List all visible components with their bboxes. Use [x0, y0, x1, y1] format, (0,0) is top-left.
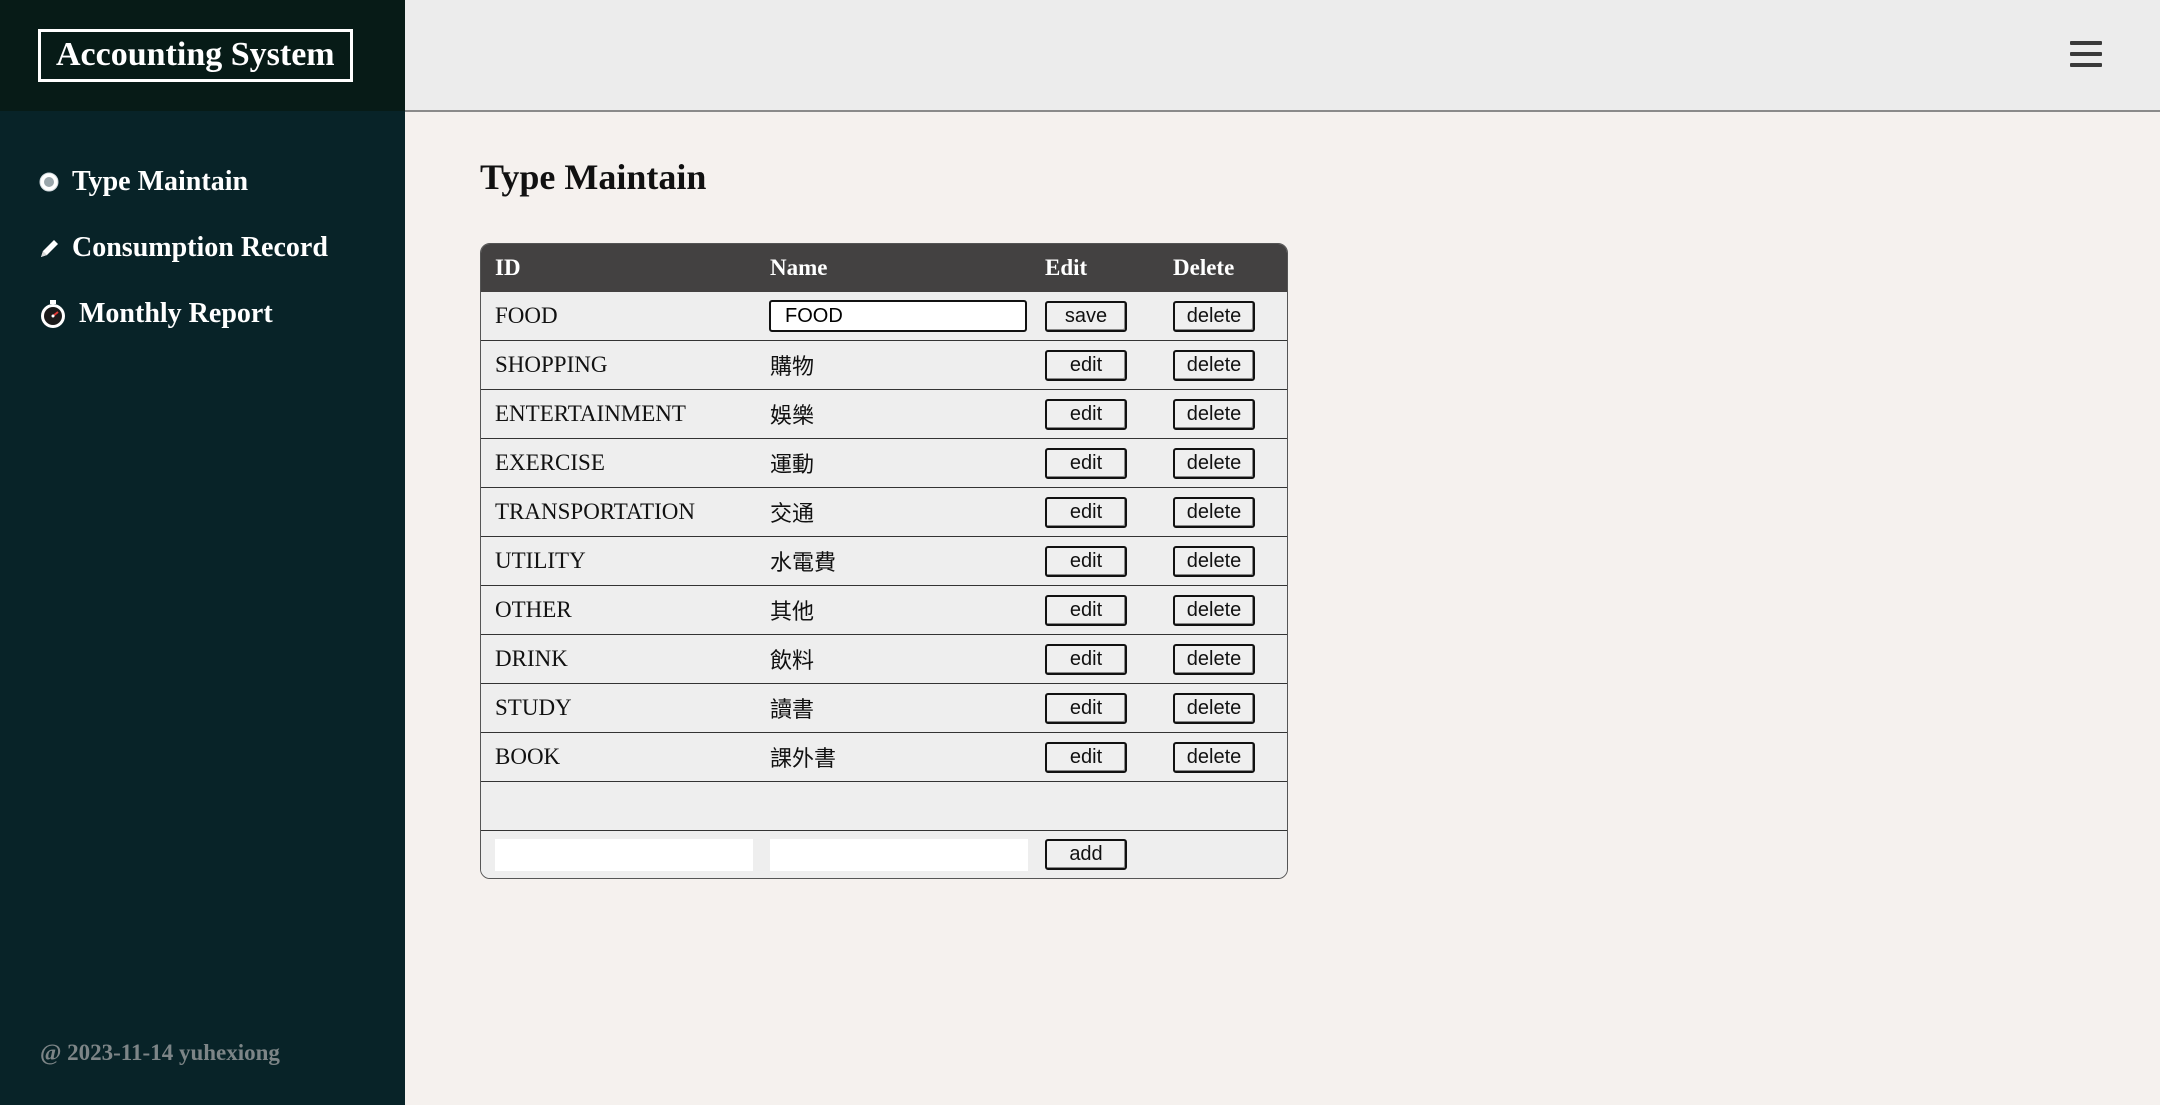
edit-button[interactable]: edit: [1045, 643, 1127, 675]
table-row: TRANSPORTATION 交通 edit delete: [481, 487, 1287, 537]
footer-credit: @ 2023-11-14 yuhexiong: [40, 1040, 280, 1065]
edit-button[interactable]: edit: [1045, 349, 1127, 381]
table-header-row: ID Name Edit Delete: [481, 244, 1287, 292]
name-edit-input[interactable]: [769, 300, 1027, 332]
delete-button[interactable]: delete: [1173, 692, 1255, 724]
empty-row: [481, 781, 1287, 831]
row-name: 讀書: [756, 683, 1031, 733]
row-name: 飲料: [756, 634, 1031, 684]
column-header-name: Name: [756, 244, 1031, 292]
table-row: SHOPPING 購物 edit delete: [481, 340, 1287, 390]
row-name: 交通: [756, 487, 1031, 537]
add-row: add: [481, 830, 1287, 878]
sidebar-item-label: Consumption Record: [72, 231, 328, 263]
edit-button[interactable]: edit: [1045, 496, 1127, 528]
new-id-input[interactable]: [495, 838, 753, 871]
delete-button[interactable]: delete: [1173, 398, 1255, 430]
row-id: UTILITY: [481, 536, 756, 586]
edit-button[interactable]: edit: [1045, 398, 1127, 430]
edit-button[interactable]: edit: [1045, 594, 1127, 626]
table-row: EXERCISE 運動 edit delete: [481, 438, 1287, 488]
row-id: ENTERTAINMENT: [481, 389, 756, 439]
row-name: 課外書: [756, 732, 1031, 782]
delete-button[interactable]: delete: [1173, 594, 1255, 626]
delete-button[interactable]: delete: [1173, 643, 1255, 675]
row-name: 其他: [756, 585, 1031, 635]
sidebar-nav: Type Maintain Consumption Record Monthly…: [0, 159, 405, 336]
table-row: BOOK 課外書 edit delete: [481, 732, 1287, 782]
app-title[interactable]: Accounting System: [38, 29, 353, 82]
table-row: DRINK 飲料 edit delete: [481, 634, 1287, 684]
row-name: 水電費: [756, 536, 1031, 586]
delete-button[interactable]: delete: [1173, 496, 1255, 528]
main-content: Type Maintain ID Name Edit Delete FOOD F…: [480, 150, 1288, 879]
top-header: [405, 0, 2160, 112]
delete-button[interactable]: delete: [1173, 545, 1255, 577]
table-row: ENTERTAINMENT 娛樂 edit delete: [481, 389, 1287, 439]
edit-button[interactable]: edit: [1045, 447, 1127, 479]
row-name: 娛樂: [756, 389, 1031, 439]
column-header-delete: Delete: [1159, 244, 1287, 292]
radio-dot-icon: [38, 171, 72, 193]
brand-bar: Accounting System: [0, 0, 405, 111]
stopwatch-icon: [38, 299, 79, 329]
delete-button[interactable]: delete: [1173, 300, 1255, 332]
row-name-cell: [756, 292, 1031, 341]
delete-button[interactable]: delete: [1173, 349, 1255, 381]
sidebar-item-consumption-record[interactable]: Consumption Record: [0, 225, 405, 270]
row-id: EXERCISE: [481, 438, 756, 488]
page-title: Type Maintain: [480, 157, 707, 197]
edit-button[interactable]: edit: [1045, 545, 1127, 577]
delete-button[interactable]: delete: [1173, 741, 1255, 773]
table-row: UTILITY 水電費 edit delete: [481, 536, 1287, 586]
sidebar-item-label: Type Maintain: [72, 165, 249, 197]
save-button[interactable]: save: [1045, 300, 1127, 332]
table-row: OTHER 其他 edit delete: [481, 585, 1287, 635]
row-id: STUDY: [481, 683, 756, 733]
table-row: STUDY 讀書 edit delete: [481, 683, 1287, 733]
edit-button[interactable]: edit: [1045, 692, 1127, 724]
type-table: ID Name Edit Delete FOOD save delete SHO…: [480, 243, 1288, 879]
row-id: SHOPPING: [481, 340, 756, 390]
sidebar-item-monthly-report[interactable]: Monthly Report: [0, 291, 405, 336]
row-id: TRANSPORTATION: [481, 487, 756, 537]
edit-button[interactable]: edit: [1045, 741, 1127, 773]
hamburger-menu-icon[interactable]: [2070, 41, 2102, 71]
column-header-id: ID: [481, 244, 756, 292]
pencil-icon: [38, 236, 72, 260]
row-id: DRINK: [481, 634, 756, 684]
table-row-editing: FOOD save delete: [481, 292, 1287, 341]
sidebar-item-type-maintain[interactable]: Type Maintain: [0, 159, 405, 204]
sidebar-item-label: Monthly Report: [79, 297, 273, 329]
column-header-edit: Edit: [1031, 244, 1159, 292]
delete-button[interactable]: delete: [1173, 447, 1255, 479]
row-name: 運動: [756, 438, 1031, 488]
row-id: OTHER: [481, 585, 756, 635]
row-name: 購物: [756, 340, 1031, 390]
new-name-input[interactable]: [770, 838, 1028, 871]
add-button[interactable]: add: [1045, 839, 1127, 870]
sidebar: Accounting System Type Maintain Consumpt…: [0, 0, 405, 1105]
row-id: BOOK: [481, 732, 756, 782]
row-id: FOOD: [481, 292, 756, 341]
